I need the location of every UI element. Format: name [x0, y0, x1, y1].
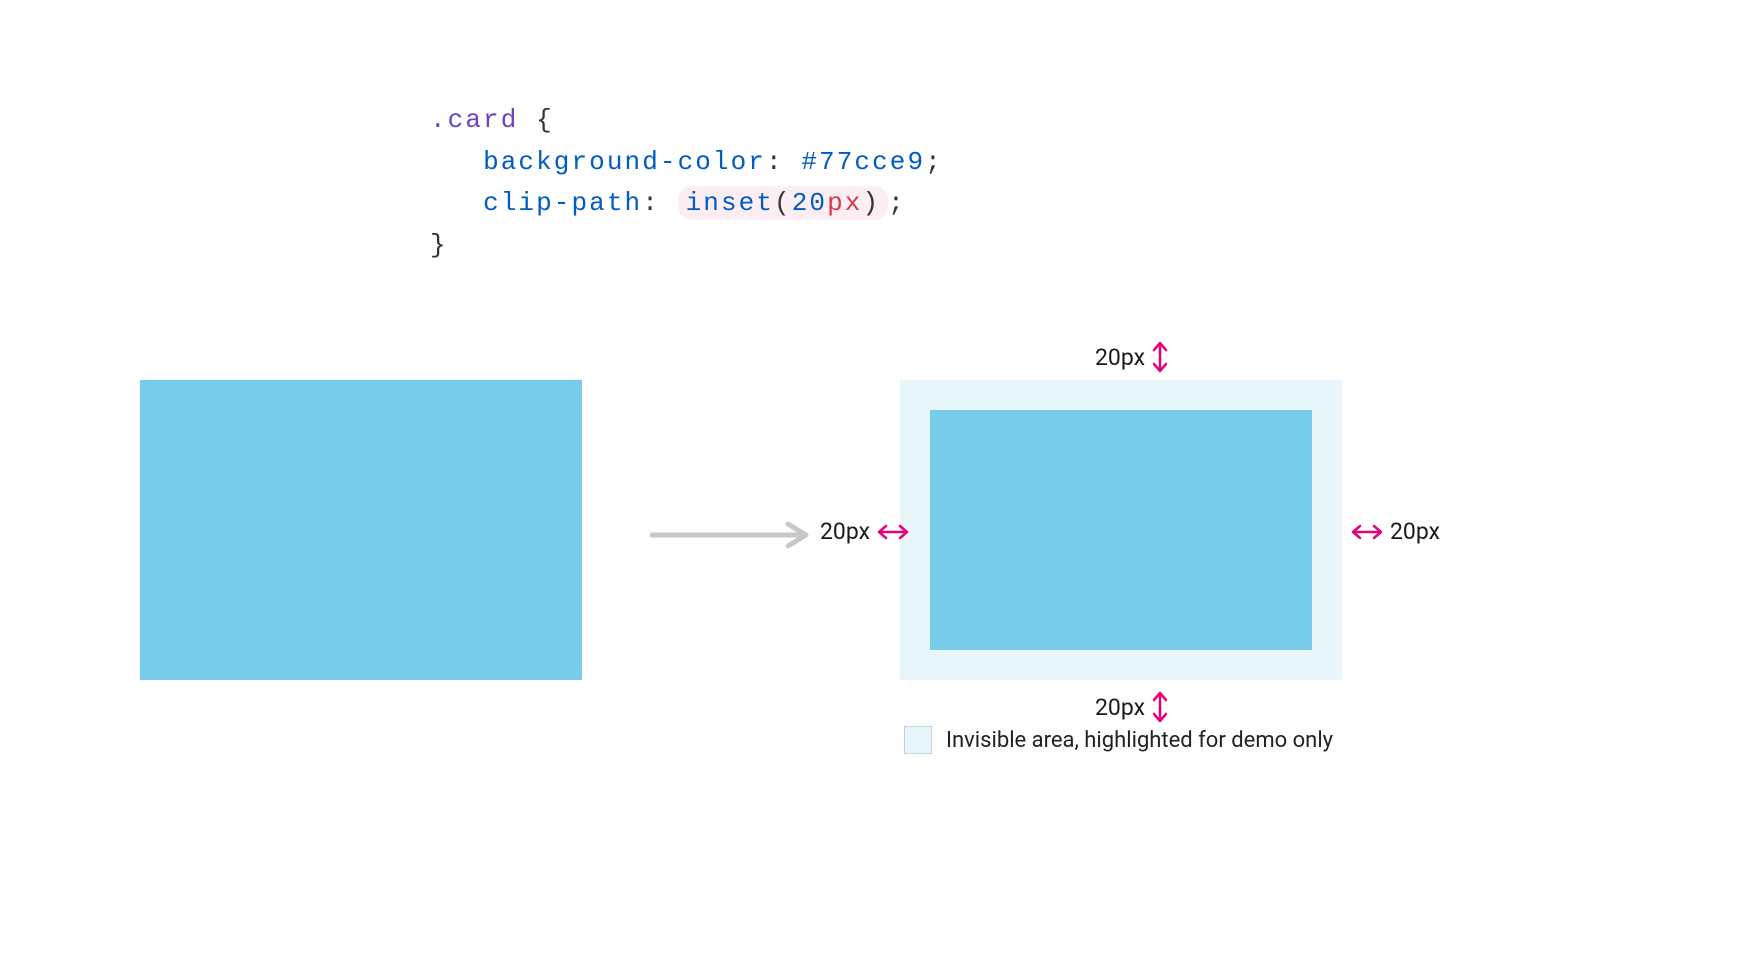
code-rparen: ): [862, 188, 880, 218]
inset-right: 20px: [1350, 518, 1440, 545]
code-open-brace: {: [536, 105, 554, 135]
legend-text: Invisible area, highlighted for demo onl…: [946, 728, 1333, 753]
code-line-2: background-color: #77cce9;: [430, 142, 943, 184]
double-arrow-vertical-icon: [1151, 690, 1169, 724]
double-arrow-horizontal-icon: [876, 523, 910, 541]
code-func: inset: [686, 188, 774, 218]
code-colon: :: [642, 188, 660, 218]
transform-arrow-icon: [650, 520, 820, 550]
code-lparen: (: [774, 188, 792, 218]
inset-left-value: 20px: [820, 518, 870, 545]
inset-left: 20px: [820, 518, 910, 545]
code-close-brace: }: [430, 230, 448, 260]
double-arrow-horizontal-icon: [1350, 523, 1384, 541]
inset-bottom-value: 20px: [1095, 694, 1145, 721]
code-semi: ;: [925, 147, 943, 177]
visible-area: [930, 410, 1312, 650]
code-unit: px: [827, 188, 862, 218]
double-arrow-vertical-icon: [1151, 340, 1169, 374]
code-semi: ;: [888, 188, 906, 218]
code-prop-clip: clip-path: [483, 188, 642, 218]
code-highlight: inset(20px): [678, 186, 889, 220]
code-line-4: }: [430, 225, 943, 267]
code-line-1: .card {: [430, 100, 943, 142]
card-after: [900, 380, 1342, 680]
code-prop-bg: background-color: [483, 147, 766, 177]
code-number: 20: [792, 188, 827, 218]
legend: Invisible area, highlighted for demo onl…: [904, 726, 1333, 754]
inset-bottom: 20px: [1095, 690, 1169, 724]
code-colon: :: [766, 147, 784, 177]
legend-swatch: [904, 726, 932, 754]
inset-top: 20px: [1095, 340, 1169, 374]
code-line-3: clip-path: inset(20px);: [430, 183, 943, 225]
code-selector: .card: [430, 105, 518, 135]
code-hex: #77cce9: [801, 147, 925, 177]
card-before: [140, 380, 582, 680]
css-code-block: .card { background-color: #77cce9; clip-…: [430, 100, 943, 266]
inset-right-value: 20px: [1390, 518, 1440, 545]
inset-top-value: 20px: [1095, 344, 1145, 371]
